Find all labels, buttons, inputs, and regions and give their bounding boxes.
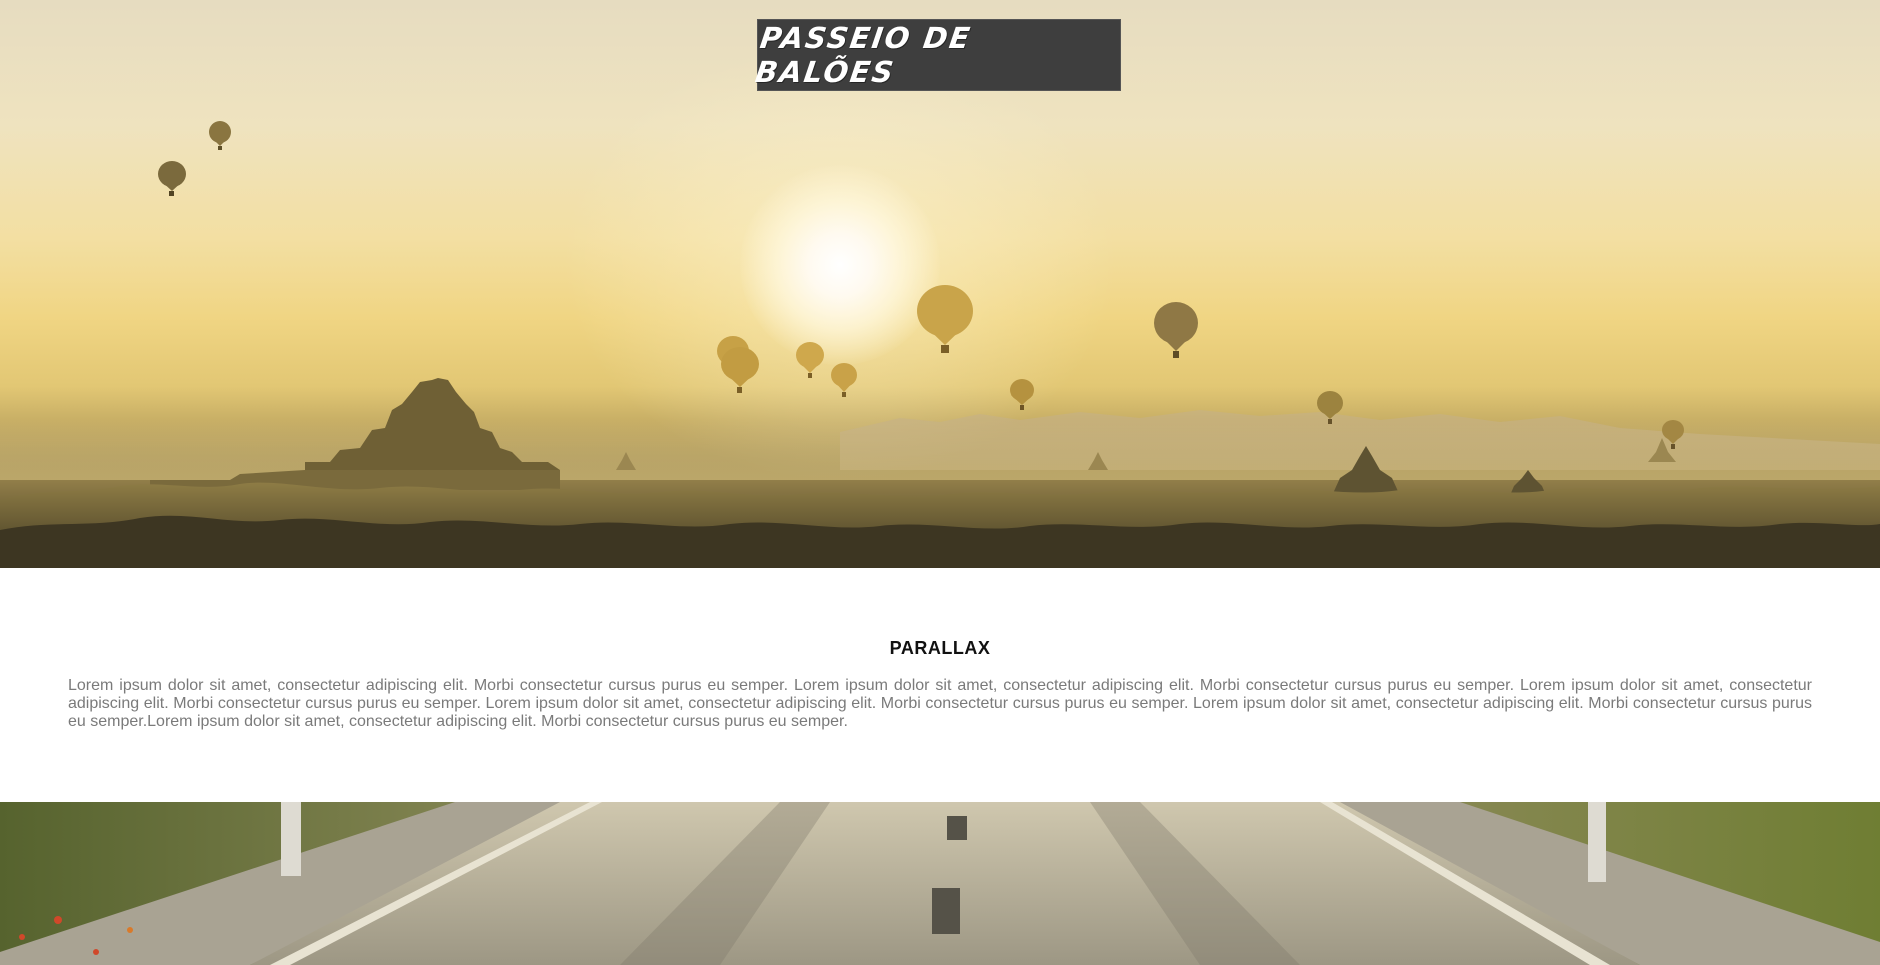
balloon-icon	[157, 161, 187, 197]
section-body-text: Lorem ipsum dolor sit amet, consectetur …	[68, 677, 1812, 730]
road-scene	[0, 802, 1880, 965]
section-heading: PARALLAX	[889, 638, 991, 658]
balloon-icon	[208, 121, 232, 151]
site-title: PASSEIO DE BALÕES	[753, 21, 974, 89]
balloon-icon	[830, 363, 858, 399]
site-title-banner: PASSEIO DE BALÕES	[753, 19, 1121, 91]
balloon-icon	[1316, 391, 1344, 425]
balloon-icon	[1153, 302, 1199, 360]
balloon-icon	[1009, 379, 1035, 411]
balloon-icon	[795, 342, 825, 380]
balloon-icon	[1661, 420, 1685, 450]
balloon-icon	[916, 285, 974, 355]
content-section: PARALLAX Lorem ipsum dolor sit amet, con…	[0, 568, 1880, 802]
balloon-icon	[720, 347, 760, 395]
road-image	[0, 802, 1880, 965]
hero-image: PASSEIO DE BALÕES	[0, 0, 1880, 568]
